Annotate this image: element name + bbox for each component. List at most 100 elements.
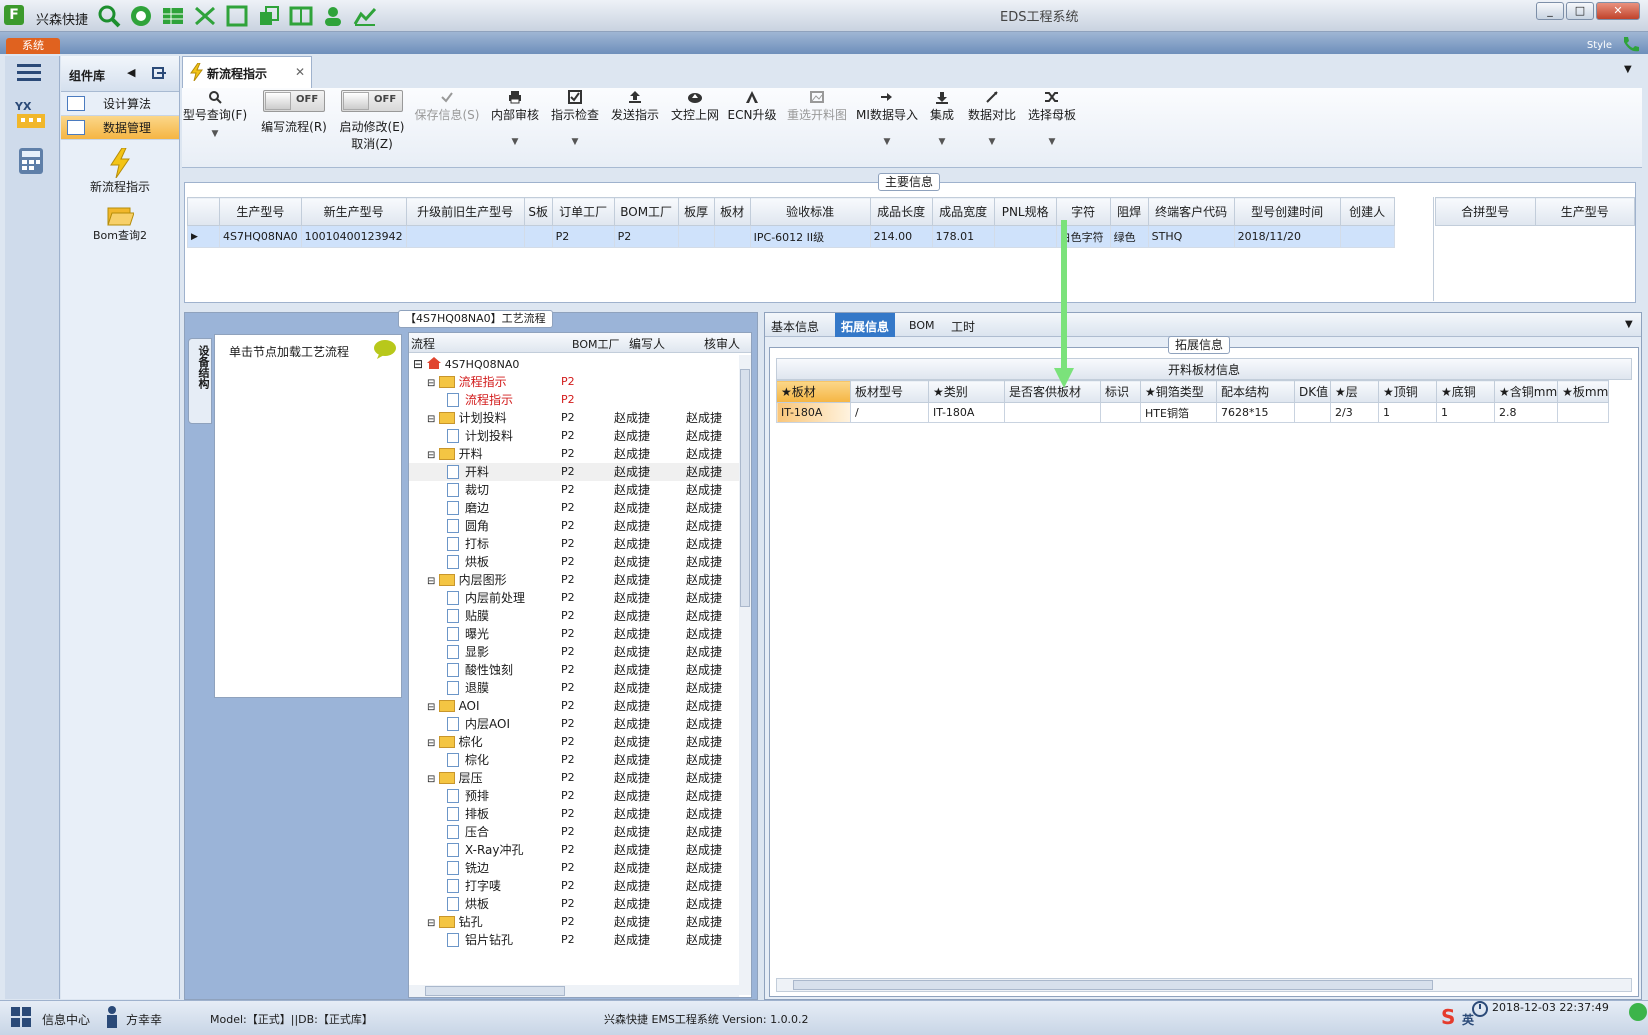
close-tab-icon[interactable]: ✕	[295, 65, 305, 79]
sidebar-item-data-management[interactable]: 数据管理	[61, 116, 179, 140]
table-cell[interactable]	[523, 225, 553, 248]
tree-node[interactable]: ⊟ 层压 P2 赵成捷 赵成捷	[409, 769, 739, 787]
table-cell[interactable]	[677, 225, 715, 248]
internal-review-button[interactable]: 内部审核 ▼	[488, 90, 542, 147]
tree-node[interactable]: 铝片钻孔 P2 赵成捷 赵成捷	[409, 931, 739, 949]
tab-basic-info[interactable]: 基本信息	[771, 318, 819, 335]
table-cell[interactable]	[1339, 225, 1395, 248]
tree-node[interactable]: 压合 P2 赵成捷 赵成捷	[409, 823, 739, 841]
expand-icon[interactable]: ⊟	[427, 378, 439, 389]
tree-node[interactable]: 排板 P2 赵成捷 赵成捷	[409, 805, 739, 823]
col-header[interactable]: 终端客户代码	[1147, 197, 1235, 226]
style-dropdown[interactable]: Style	[1587, 40, 1612, 51]
expand-icon[interactable]: ⊟	[427, 414, 439, 425]
edit-flow-toggle[interactable]: OFF 编写流程(R)	[254, 90, 334, 135]
col-header[interactable]: 新生产型号	[300, 197, 407, 226]
col-header[interactable]: DK值	[1294, 380, 1331, 403]
query-button[interactable]: 型号查询(F) ▼	[182, 90, 248, 139]
tree-node[interactable]: ⊟ 内层图形 P2 赵成捷 赵成捷	[409, 571, 739, 589]
film-icon[interactable]	[224, 4, 250, 28]
globe-icon[interactable]	[128, 4, 154, 28]
upload-button[interactable]: 文控上网	[668, 90, 722, 123]
tree-node[interactable]: ⊟ 开料 P2 赵成捷 赵成捷	[409, 445, 739, 463]
col-header[interactable]: ★顶铜	[1378, 380, 1437, 403]
table-cell[interactable]	[1294, 402, 1331, 423]
expand-icon[interactable]: ⊟	[427, 576, 439, 587]
minimize-button[interactable]: _	[1536, 2, 1564, 20]
tree-node[interactable]: 棕化 P2 赵成捷 赵成捷	[409, 751, 739, 769]
table-cell[interactable]: P2	[613, 225, 679, 248]
table-cell[interactable]: IPC-6012 II级	[749, 225, 871, 248]
col-header[interactable]: 创建人	[1339, 197, 1395, 226]
table-cell[interactable]	[713, 225, 751, 248]
tree-horizontal-scrollbar[interactable]	[409, 985, 739, 997]
col-header[interactable]: 升级前旧生产型号	[405, 197, 525, 226]
table-cell[interactable]: STHQ	[1147, 225, 1235, 248]
reselect-button[interactable]: 重选开料图	[782, 90, 852, 123]
col-header[interactable]: 板材	[713, 197, 751, 226]
table-cell[interactable]: 10010400123942	[300, 225, 407, 248]
toggle-switch[interactable]: OFF	[341, 90, 403, 112]
col-header[interactable]: 验收标准	[749, 197, 871, 226]
col-header[interactable]: ★铜箔类型	[1140, 380, 1217, 403]
col-header-reviewer[interactable]: 核审人	[704, 335, 740, 352]
table-cell[interactable]: 214.00	[869, 225, 933, 248]
save-button[interactable]: 保存信息(S)	[412, 90, 482, 123]
table-cell[interactable]: 2018/11/20	[1233, 225, 1341, 248]
tab-device-structure[interactable]: 设备结构	[188, 338, 212, 424]
tree-node[interactable]: ⊟ AOI P2 赵成捷 赵成捷	[409, 697, 739, 715]
col-header[interactable]: 标识	[1100, 380, 1141, 403]
tree-node[interactable]: 裁切 P2 赵成捷 赵成捷	[409, 481, 739, 499]
expand-icon[interactable]: ⊟	[427, 702, 439, 713]
sidebar-big-item-bom-query[interactable]: Bom查询2	[61, 203, 179, 243]
table-cell[interactable]	[405, 225, 525, 248]
expand-icon[interactable]: ⊟	[427, 918, 439, 929]
close-button[interactable]: ✕	[1596, 2, 1640, 20]
col-header[interactable]: ★含铜mm	[1493, 380, 1559, 403]
col-header[interactable]: S板	[523, 197, 553, 226]
ecn-button[interactable]: ECN升级	[726, 90, 778, 123]
copy-icon[interactable]	[256, 4, 282, 28]
tree-node[interactable]: 开料 P2 赵成捷 赵成捷	[409, 463, 739, 481]
table-cell[interactable]: /	[850, 402, 929, 423]
tree-node[interactable]: 退膜 P2 赵成捷 赵成捷	[409, 679, 739, 697]
select-mother-board-button[interactable]: 选择母板 ▼	[1024, 90, 1080, 147]
cancel-label[interactable]: 取消(Z)	[334, 135, 410, 152]
tree-node[interactable]: 内层前处理 P2 赵成捷 赵成捷	[409, 589, 739, 607]
expand-icon[interactable]: ⊟	[427, 774, 439, 785]
grid-icon[interactable]	[288, 4, 314, 28]
tree-node[interactable]: 铣边 P2 赵成捷 赵成捷	[409, 859, 739, 877]
tree-node[interactable]: 流程指示 P2	[409, 391, 739, 409]
search-icon[interactable]	[96, 4, 122, 28]
col-header-writer[interactable]: 编写人	[629, 335, 665, 352]
table-cell[interactable]: 178.01	[931, 225, 995, 248]
table-cell[interactable]: IT-180A	[928, 402, 1005, 423]
calculator-icon[interactable]	[17, 146, 45, 176]
expand-icon[interactable]: ⊟	[427, 738, 439, 749]
collapse-left-icon[interactable]: ◀	[127, 66, 135, 79]
chart-icon[interactable]	[352, 4, 378, 28]
tree-node[interactable]: ⊟ 钻孔 P2 赵成捷 赵成捷	[409, 913, 739, 931]
phone-icon[interactable]	[1620, 34, 1640, 54]
table-cell[interactable]: HTE铜箔	[1140, 402, 1217, 423]
start-modify-toggle[interactable]: OFF 启动修改(E) 取消(Z)	[334, 90, 410, 152]
tab-bom[interactable]: BOM	[909, 319, 935, 332]
send-button[interactable]: 发送指示	[608, 90, 662, 123]
col-header[interactable]: 生产型号	[219, 197, 302, 226]
hamburger-menu-icon[interactable]	[17, 62, 43, 84]
col-header[interactable]: ★板mm	[1557, 380, 1610, 403]
col-header[interactable]: 板材型号	[850, 380, 929, 403]
tree-vertical-scrollbar[interactable]	[739, 355, 751, 995]
col-header-flow[interactable]: 流程	[411, 335, 435, 352]
col-header[interactable]: 板厚	[677, 197, 715, 226]
sogou-icon[interactable]: S	[1440, 1006, 1460, 1028]
table-icon[interactable]	[160, 4, 186, 28]
expand-icon[interactable]: ⊟	[427, 450, 439, 461]
table-cell[interactable]: 绿色	[1109, 225, 1149, 248]
tab-work-hours[interactable]: 工时	[951, 318, 975, 335]
tab-dropdown-icon[interactable]: ▼	[1625, 319, 1633, 330]
table-cell[interactable]: P2	[551, 225, 615, 248]
system-menu-tab[interactable]: 系统	[6, 38, 60, 54]
tab-dropdown-icon[interactable]: ▼	[1624, 64, 1632, 75]
tree-node[interactable]: ⊟ 计划投料 P2 赵成捷 赵成捷	[409, 409, 739, 427]
